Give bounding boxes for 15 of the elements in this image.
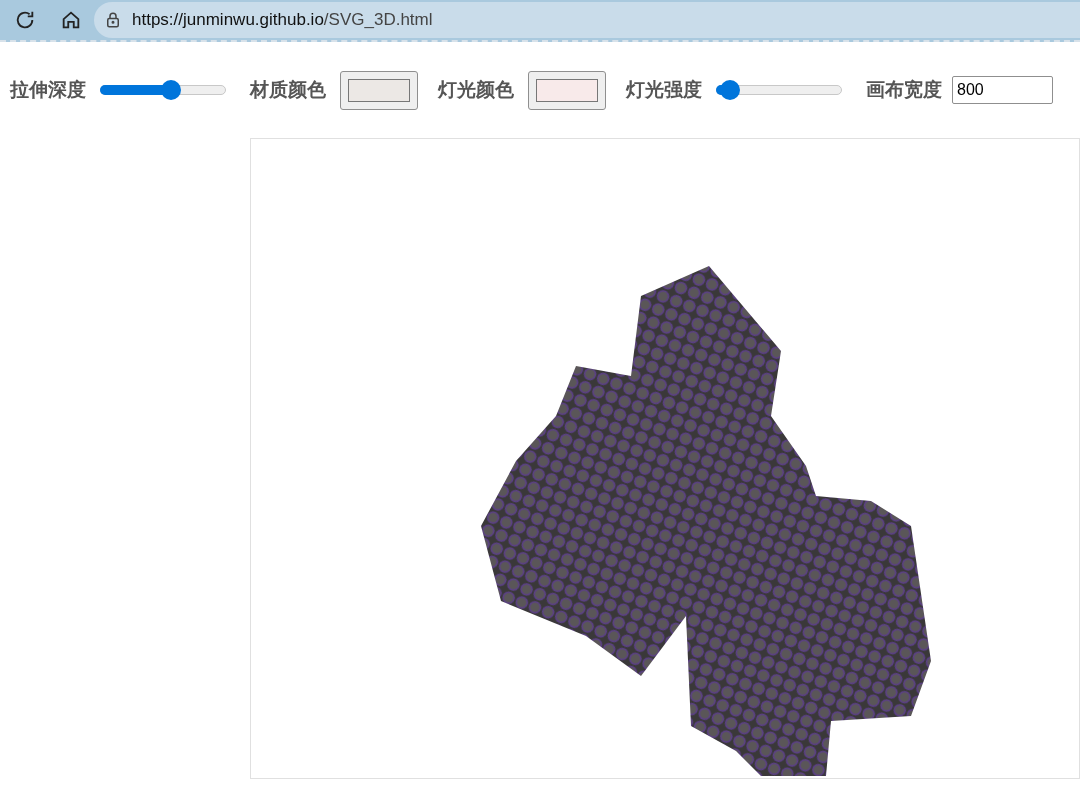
slider[interactable] — [716, 80, 842, 100]
slider[interactable] — [100, 80, 226, 100]
home-icon[interactable] — [60, 9, 82, 31]
control-label: 拉伸深度 — [10, 77, 86, 102]
width-input[interactable]: 800 — [952, 76, 1053, 104]
address-bar[interactable]: https://junminwu.github.io/SVG_3D.html — [94, 2, 1080, 38]
control-label: 灯光强度 — [626, 77, 702, 102]
reload-icon[interactable] — [14, 9, 36, 31]
control-label: 灯光颜色 — [438, 77, 514, 102]
control-label: 画布宽度 — [866, 77, 942, 102]
color-picker[interactable] — [528, 70, 606, 110]
control-label: 材质颜色 — [250, 77, 326, 102]
url-text: https://junminwu.github.io/SVG_3D.html — [132, 9, 433, 32]
lock-icon[interactable] — [104, 11, 122, 29]
color-picker[interactable] — [340, 70, 418, 110]
